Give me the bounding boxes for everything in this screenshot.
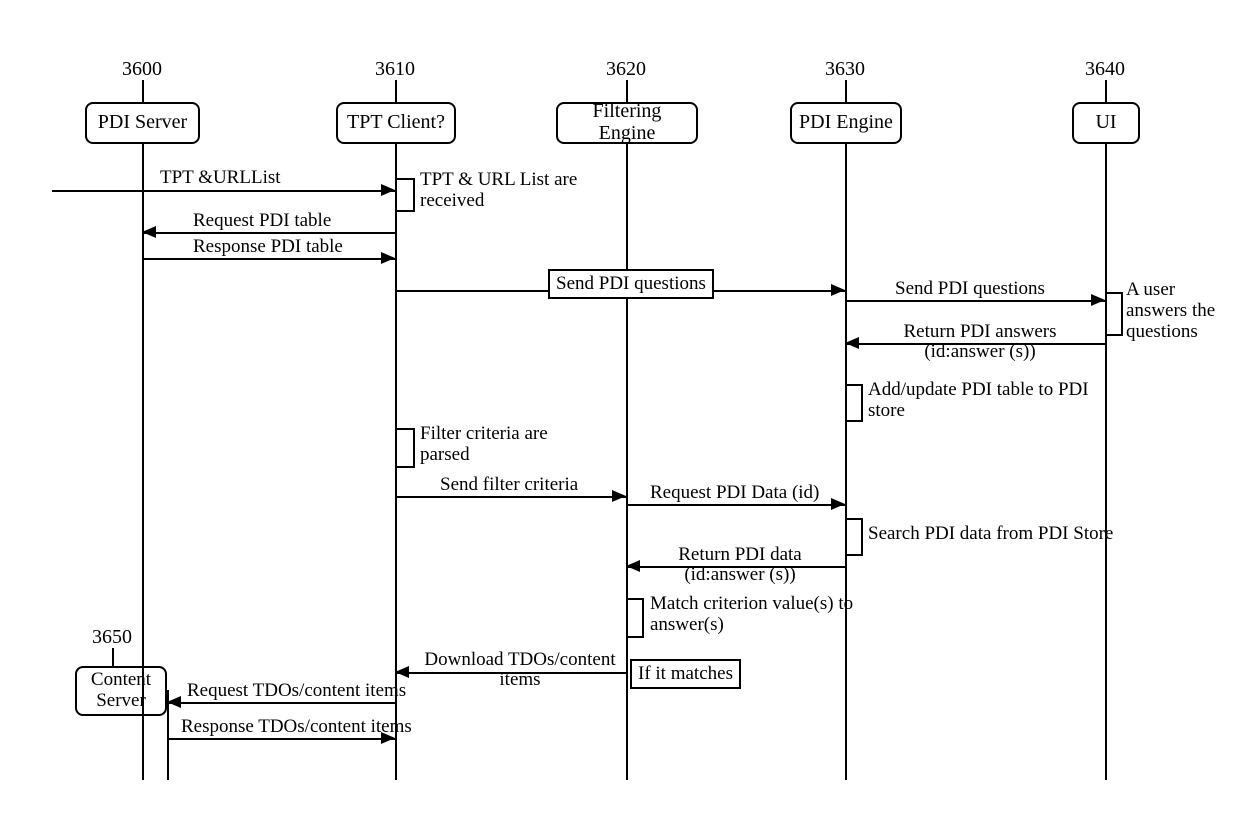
id-leader xyxy=(845,80,847,102)
note-match-criterion: Match criterion value(s) to answer(s) xyxy=(650,594,853,636)
self-bracket xyxy=(1107,292,1123,336)
id-leader xyxy=(112,648,114,666)
lifeline-filtering-engine xyxy=(626,144,628,780)
id-pdi-engine: 3630 xyxy=(815,58,875,81)
arrow-right-icon xyxy=(381,252,395,264)
note-search-pdi: Search PDI data from PDI Store xyxy=(868,524,1113,545)
participant-pdi-engine: PDI Engine xyxy=(790,102,902,144)
participant-ui: UI xyxy=(1072,102,1140,144)
id-tpt-client: 3610 xyxy=(365,58,425,81)
participant-content-server: Content Server xyxy=(75,666,167,716)
msg-resp-pdi-table xyxy=(142,258,395,260)
self-bracket xyxy=(847,384,863,422)
arrow-right-icon xyxy=(831,498,845,510)
participant-label: UI xyxy=(1095,112,1116,134)
label-resp-pdi-table: Response PDI table xyxy=(193,237,343,257)
id-leader xyxy=(626,80,628,102)
label-req-pdi-data: Request PDI Data (id) xyxy=(650,483,819,503)
id-ui: 3640 xyxy=(1075,58,1135,81)
participant-pdi-server: PDI Server xyxy=(85,102,200,144)
id-filtering-engine: 3620 xyxy=(596,58,656,81)
msg-req-tdos xyxy=(167,702,395,704)
label-req-tdos: Request TDOs/content items xyxy=(187,681,406,701)
arrow-left-icon xyxy=(395,666,409,678)
label-download-tdos: Download TDOs/content items xyxy=(420,650,620,691)
label-send-filter-criteria: Send filter criteria xyxy=(440,475,578,495)
id-leader xyxy=(395,80,397,102)
label-tpt-urllist: TPT &URLList xyxy=(160,168,281,188)
lifeline-ui xyxy=(1105,144,1107,780)
lifeline-pdi-server xyxy=(142,144,144,780)
label-return-pdi-answers: Return PDI answers (id:answer (s)) xyxy=(885,322,1075,363)
id-pdi-server: 3600 xyxy=(112,58,172,81)
arrow-right-icon xyxy=(831,284,845,296)
note-filter-parsed: Filter criteria are parsed xyxy=(420,424,548,466)
id-leader xyxy=(142,80,144,102)
boxed-send-pdi-questions: Send PDI questions xyxy=(548,269,714,299)
msg-send-pdi-q2 xyxy=(845,300,1105,302)
self-bracket xyxy=(397,428,415,468)
arrow-left-icon xyxy=(142,226,156,238)
participant-filtering-engine: Filtering Engine xyxy=(556,102,698,144)
label-return-pdi-data: Return PDI data (id:answer (s)) xyxy=(660,545,820,586)
msg-req-pdi-data xyxy=(626,504,845,506)
participant-tpt-client: TPT Client? xyxy=(336,102,456,144)
lifeline-pdi-engine xyxy=(845,144,847,780)
note-add-update-store: Add/update PDI table to PDI store xyxy=(868,380,1089,422)
id-leader xyxy=(1105,80,1107,102)
label-send-pdi-q2: Send PDI questions xyxy=(895,279,1045,299)
self-bracket xyxy=(397,178,415,212)
arrow-left-icon xyxy=(626,560,640,572)
participant-label: PDI Engine xyxy=(799,112,893,134)
arrow-right-icon xyxy=(612,490,626,502)
self-bracket xyxy=(628,598,644,638)
arrow-left-icon xyxy=(167,696,181,708)
arrow-right-icon xyxy=(381,184,395,196)
msg-tpt-urllist xyxy=(52,190,395,192)
guard-if-matches: If it matches xyxy=(630,659,741,689)
msg-resp-tdos xyxy=(167,738,395,740)
participant-label: PDI Server xyxy=(98,112,187,134)
note-user-answers: A user answers the questions xyxy=(1126,280,1215,343)
participant-label: Filtering Engine xyxy=(564,101,690,144)
label-resp-tdos: Response TDOs/content items xyxy=(181,717,412,737)
msg-req-pdi-table xyxy=(142,232,395,234)
id-content-server: 3650 xyxy=(82,626,142,649)
label-req-pdi-table: Request PDI table xyxy=(193,211,331,231)
arrow-left-icon xyxy=(845,337,859,349)
sequence-diagram: 3600 3610 3620 3630 3640 3650 PDI Server… xyxy=(0,0,1240,839)
participant-label: TPT Client? xyxy=(347,112,445,134)
note-tpt-url-received: TPT & URL List are received xyxy=(420,170,577,212)
self-bracket xyxy=(847,518,863,556)
msg-send-filter-criteria xyxy=(395,496,626,498)
arrow-right-icon xyxy=(1091,294,1105,306)
